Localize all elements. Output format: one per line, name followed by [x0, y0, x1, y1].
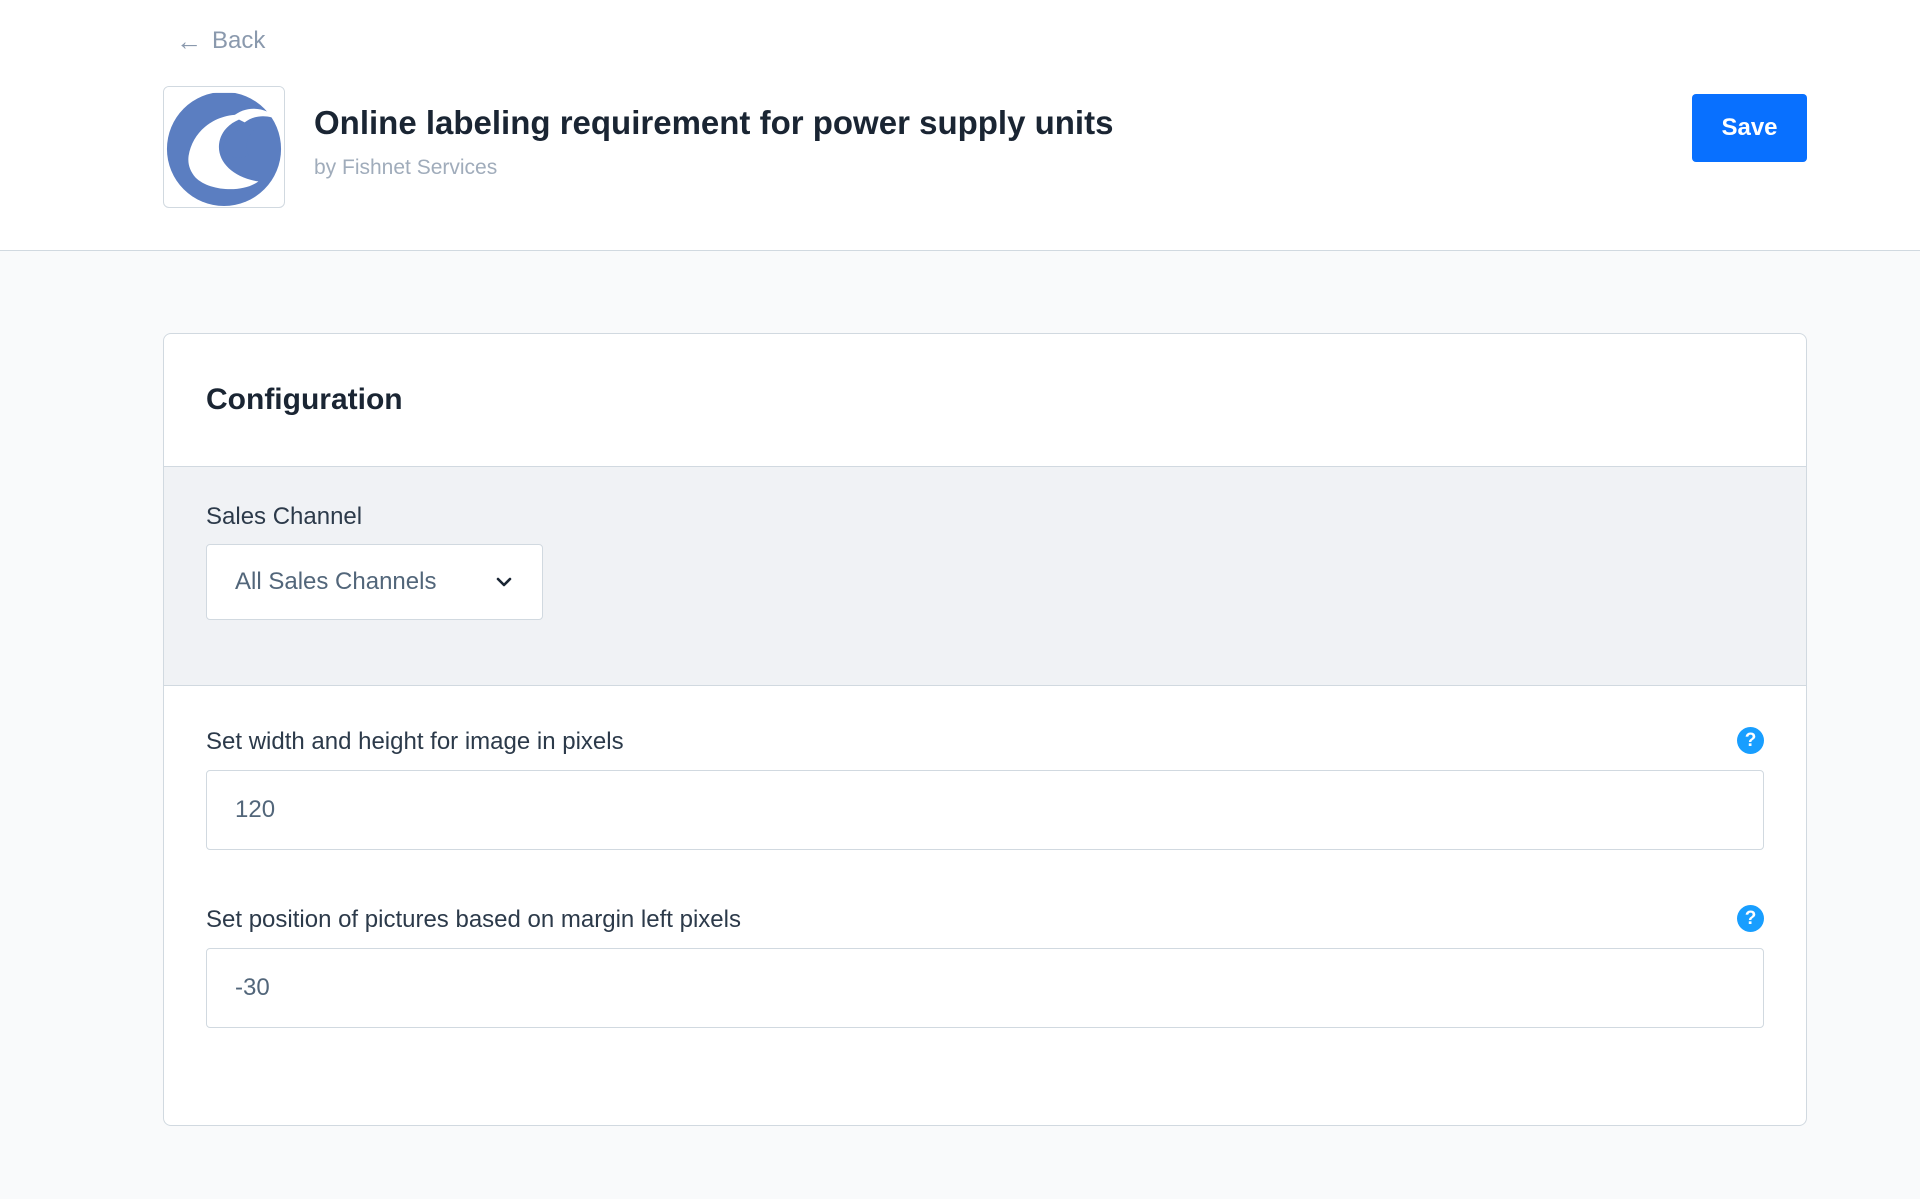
sales-channel-label: Sales Channel: [206, 503, 363, 530]
app-logo: [163, 86, 285, 208]
save-button[interactable]: Save: [1692, 94, 1807, 162]
page-title: Online labeling requirement for power su…: [314, 104, 1114, 141]
back-label: Back: [212, 27, 266, 54]
image-size-label: Set width and height for image in pixels: [206, 728, 624, 755]
chevron-down-icon: [496, 577, 512, 587]
settings-section: Set width and height for image in pixels…: [164, 686, 1806, 1125]
back-link[interactable]: ← Back: [176, 24, 265, 58]
card-header: Configuration: [164, 334, 1806, 467]
margin-left-label: Set position of pictures based on margin…: [206, 906, 741, 933]
page-header: ← Back Online labeling requirement for p…: [0, 0, 1920, 251]
help-icon[interactable]: ?: [1737, 905, 1764, 932]
margin-left-input[interactable]: [206, 948, 1764, 1028]
app-vendor: by Fishnet Services: [314, 156, 498, 179]
wave-logo-icon: [164, 87, 284, 207]
help-icon[interactable]: ?: [1737, 727, 1764, 754]
sales-channel-select[interactable]: All Sales Channels: [206, 544, 543, 620]
image-size-input[interactable]: [206, 770, 1764, 850]
sales-channel-section: Sales Channel All Sales Channels: [164, 467, 1806, 686]
card-title: Configuration: [206, 383, 403, 416]
sales-channel-value: All Sales Channels: [235, 568, 437, 595]
configuration-card: Configuration Sales Channel All Sales Ch…: [163, 333, 1807, 1126]
arrow-left-icon: ←: [176, 26, 202, 56]
